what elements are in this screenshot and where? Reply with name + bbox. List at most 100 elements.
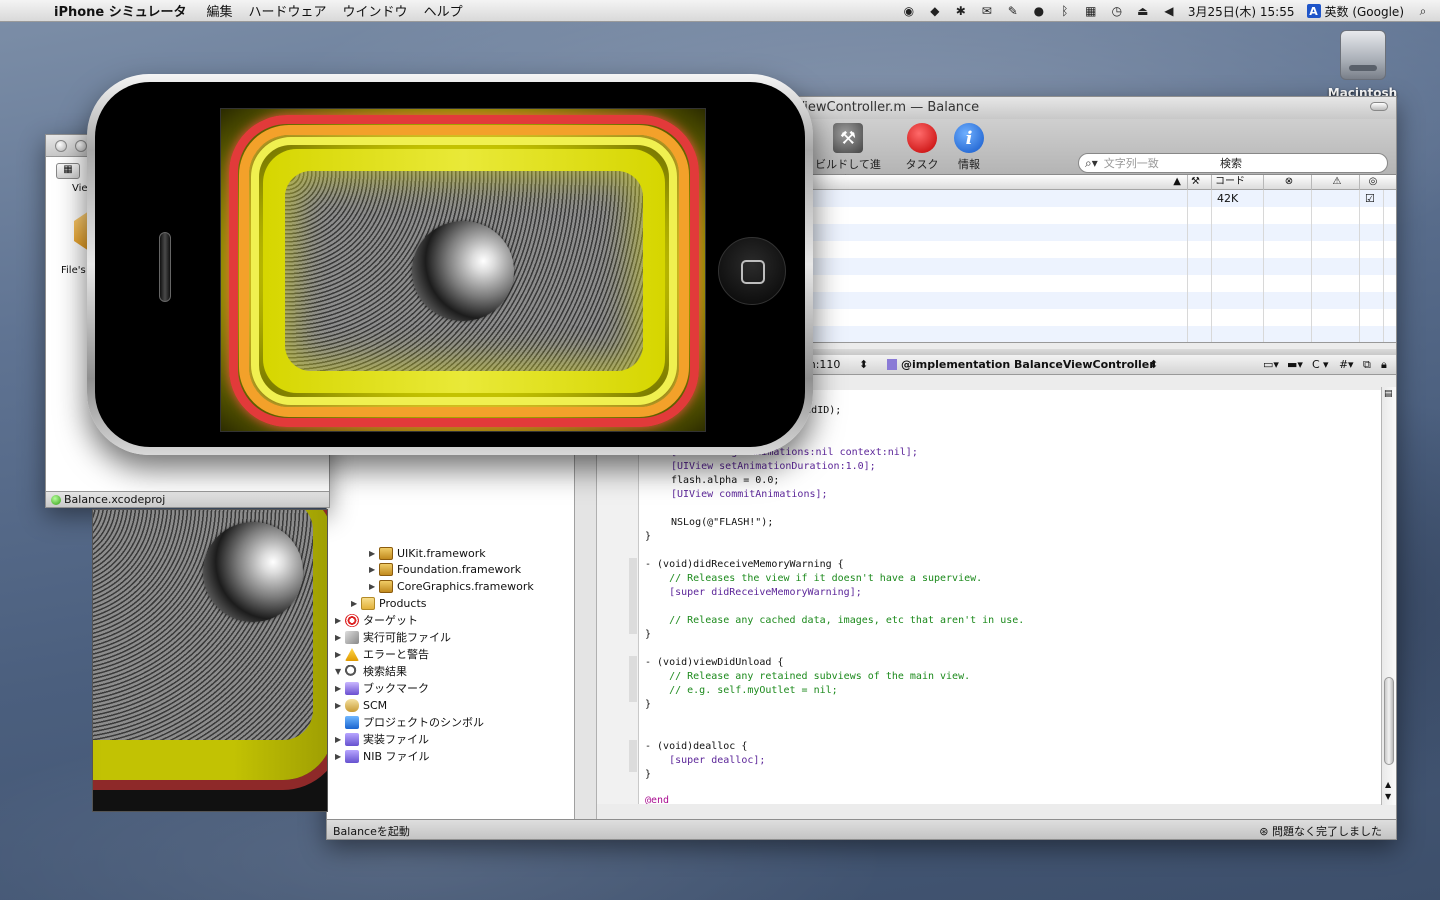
display-icon[interactable]: ▦ — [1084, 4, 1098, 18]
tree-item-bookmarks[interactable]: ▶ ブックマーク — [335, 680, 429, 697]
lock-icon[interactable]: 🔒︎ — [1381, 358, 1387, 372]
disclosure-triangle-icon[interactable]: ▶ — [335, 748, 345, 765]
toolbar-toggle-button[interactable] — [1370, 102, 1388, 111]
paw-icon[interactable]: ✱ — [954, 4, 968, 18]
code-line: } — [645, 531, 652, 542]
tree-item-errors-warnings[interactable]: ▶ エラーと警告 — [335, 646, 429, 663]
split-view-icon[interactable]: ▤ — [1384, 389, 1393, 399]
executable-icon — [345, 631, 359, 644]
record-icon[interactable]: ◉ — [902, 4, 916, 18]
dropbox-icon[interactable]: ◆ — [928, 4, 942, 18]
errors-column-icon[interactable]: ⊗ — [1263, 175, 1311, 190]
status-bar: Balanceを起動 ⊛ 問題なく完了しました — [327, 819, 1396, 839]
code-fold-marker[interactable] — [629, 558, 637, 634]
includes-arrow-icon[interactable]: ▾ — [1348, 358, 1354, 371]
disclosure-triangle-icon[interactable]: ▶ — [335, 629, 345, 646]
disclosure-triangle-icon[interactable]: ▶ — [369, 545, 379, 562]
bookmark-icon — [345, 682, 359, 695]
counterpart-popup[interactable]: C — [1312, 358, 1320, 371]
disclosure-triangle-icon[interactable]: ▶ — [335, 680, 345, 697]
spotlight-search-icon[interactable]: ⌕ — [1416, 4, 1430, 18]
menu-clock[interactable]: 3月25日(木) 15:55 — [1188, 3, 1295, 20]
split-editor-icon[interactable]: ⧉ — [1363, 358, 1371, 372]
tree-item-uikit[interactable]: ▶ UIKit.framework — [369, 545, 486, 562]
mail-icon[interactable]: ✉ — [980, 4, 994, 18]
target-column-icon[interactable]: ◎ — [1359, 175, 1383, 190]
tree-item-scm[interactable]: ▶ SCM — [335, 697, 387, 714]
warnings-column-icon[interactable]: ⚠ — [1311, 175, 1359, 190]
tree-item-project-symbols[interactable]: プロジェクトのシンボル — [345, 714, 484, 731]
tree-item-find-results[interactable]: ▼ 検索結果 — [335, 663, 407, 680]
code-line: - (void)didReceiveMemoryWarning { — [645, 559, 844, 570]
includes-popup[interactable]: # — [1339, 358, 1348, 371]
bluetooth-icon[interactable]: ᛒ — [1058, 4, 1072, 18]
code-fold-marker[interactable] — [629, 740, 637, 772]
tree-item-foundation[interactable]: ▶ Foundation.framework — [369, 561, 521, 578]
disclosure-triangle-icon[interactable]: ▶ — [335, 646, 345, 663]
disclosure-triangle-icon[interactable]: ▶ — [335, 697, 345, 714]
menu-edit[interactable]: 編集 — [199, 1, 241, 20]
menu-hardware[interactable]: ハードウェア — [241, 1, 335, 20]
eject-icon[interactable]: ⏏ — [1136, 4, 1150, 18]
breakpoints-popup-icon[interactable]: ▬▾ — [1287, 358, 1303, 371]
hammer-build-icon: ⚒ — [833, 123, 863, 153]
info-icon: i — [954, 123, 984, 153]
code-size-cell: 42K — [1217, 192, 1239, 205]
tree-item-label: Foundation.framework — [397, 563, 522, 576]
editor-vertical-scrollbar[interactable]: ▤ ▲ ▼ — [1381, 387, 1396, 805]
skype-icon[interactable]: ● — [1032, 4, 1046, 18]
evernote-icon[interactable]: ✎ — [1006, 4, 1020, 18]
disclosure-triangle-icon[interactable]: ▶ — [335, 731, 345, 748]
tree-item-implementation-files[interactable]: ▶ 実装ファイル — [335, 731, 429, 748]
info-button[interactable]: i 情報 — [934, 123, 1004, 172]
tree-item-label: SCM — [363, 699, 388, 712]
tree-item-label: ターゲット — [363, 614, 418, 627]
volume-icon[interactable]: ◀ — [1162, 4, 1176, 18]
home-button[interactable] — [718, 237, 786, 305]
metal-ball[interactable] — [203, 522, 303, 622]
metal-ball[interactable] — [412, 221, 514, 321]
symbol-popup-arrows-icon[interactable]: ⬍ — [1149, 358, 1158, 371]
checkbox-checked[interactable]: ☑ — [1365, 190, 1375, 207]
framework-icon — [379, 563, 393, 576]
column-divider — [1211, 190, 1212, 342]
code-line: @end — [645, 795, 670, 804]
symbol-popup[interactable]: @implementation BalanceViewController — [901, 358, 1155, 371]
disclosure-triangle-icon[interactable]: ▶ — [369, 561, 379, 578]
time-machine-icon[interactable]: ◷ — [1110, 4, 1124, 18]
input-method-menu[interactable]: A 英数 (Google) — [1306, 3, 1404, 20]
menu-help[interactable]: ヘルプ — [416, 1, 471, 20]
tree-item-products[interactable]: ▶ Products — [351, 595, 427, 612]
tree-item-coregraphics[interactable]: ▶ CoreGraphics.framework — [369, 578, 534, 595]
tree-item-executables[interactable]: ▶ 実行可能ファイル — [335, 629, 451, 646]
folder-icon — [361, 597, 375, 610]
build-column-icon[interactable]: ⚒ — [1187, 175, 1211, 190]
bookmarks-popup-icon[interactable]: ▭▾ — [1263, 358, 1279, 371]
code-line: NSLog(@"FLASH!"); — [671, 517, 774, 528]
counterpart-arrow-icon[interactable]: ▾ — [1323, 358, 1329, 371]
disclosure-triangle-icon[interactable]: ▶ — [335, 612, 345, 629]
view-mode-icon[interactable]: ▦ — [56, 163, 80, 179]
scroll-up-arrow-icon[interactable]: ▲ — [1385, 780, 1391, 789]
code-line: } — [645, 629, 652, 640]
status-ok-icon — [51, 495, 61, 505]
scroll-down-arrow-icon[interactable]: ▼ — [1385, 792, 1391, 801]
smart-group-icon — [345, 733, 359, 746]
tree-item-targets[interactable]: ▶ ターゲット — [335, 612, 418, 629]
minimize-window-button[interactable] — [75, 140, 87, 152]
code-fold-marker[interactable] — [629, 656, 637, 702]
menu-app-name[interactable]: iPhone シミュレータ — [40, 1, 199, 20]
disclosure-triangle-icon[interactable]: ▶ — [369, 578, 379, 595]
disclosure-triangle-icon[interactable]: ▶ — [351, 595, 361, 612]
scrollbar-thumb[interactable] — [1384, 677, 1394, 765]
line-popup-arrows-icon[interactable]: ⬍ — [859, 358, 868, 371]
hard-drive-icon — [1339, 30, 1386, 80]
sort-indicator-icon[interactable]: ▲ — [807, 175, 1187, 190]
code-column-header[interactable]: コード — [1211, 175, 1263, 190]
disclosure-triangle-open-icon[interactable]: ▼ — [335, 663, 345, 680]
game-screen[interactable] — [220, 108, 706, 432]
close-window-button[interactable] — [55, 140, 67, 152]
tree-item-nib-files[interactable]: ▶ NIB ファイル — [335, 748, 430, 765]
code-line: // Release any retained subviews of the … — [645, 671, 971, 682]
menu-window[interactable]: ウインドウ — [335, 1, 416, 20]
